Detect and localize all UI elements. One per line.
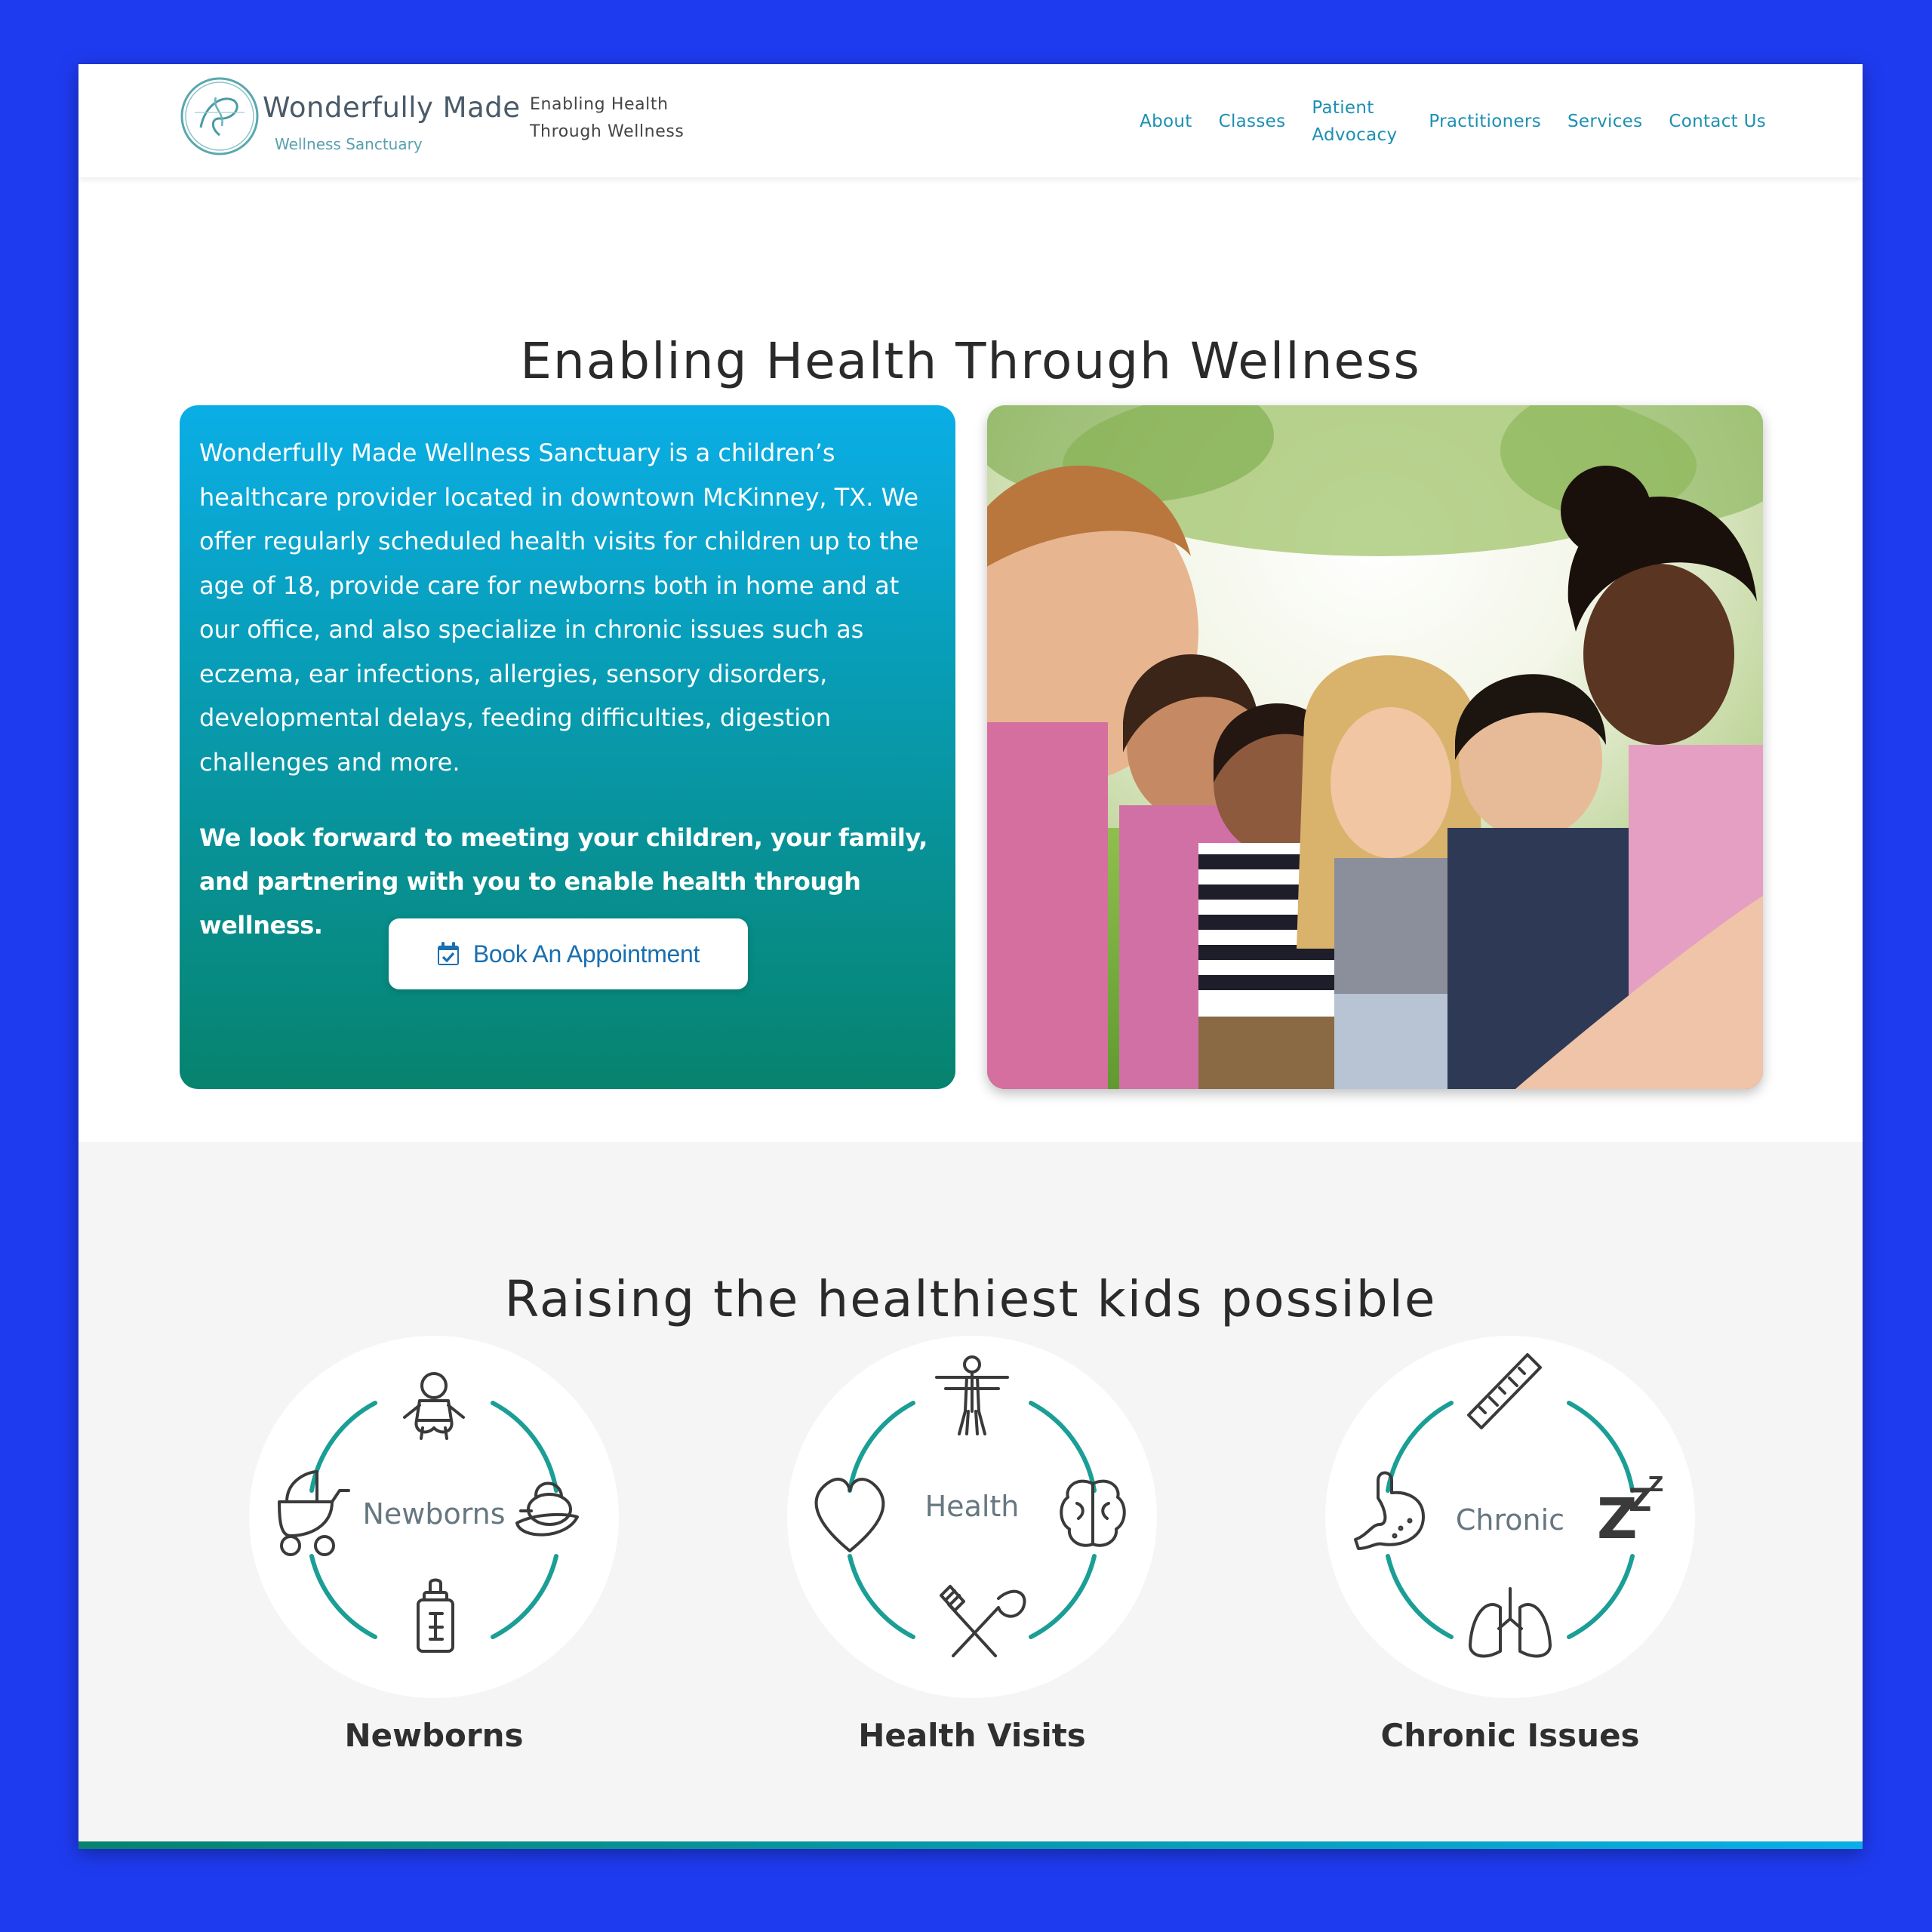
hero-title: Enabling Health Through Wellness	[520, 332, 1421, 390]
children-group-illustration	[987, 405, 1763, 1089]
vitruvian-man-icon	[935, 1355, 1009, 1435]
hero-photo	[987, 405, 1763, 1089]
intro-card: Wonderfully Made Wellness Sanctuary is a…	[180, 405, 955, 1089]
svg-text:Z: Z	[1648, 1472, 1663, 1497]
service-health-visits[interactable]: Health Health Visits	[787, 1336, 1157, 1754]
health-visits-title: Health Visits	[858, 1717, 1086, 1754]
nav-practitioners[interactable]: Practitioners	[1429, 108, 1541, 135]
tagline-line-1: Enabling Health	[530, 95, 669, 114]
lungs-icon	[1469, 1587, 1552, 1658]
services-section: Raising the healthiest kids possible New…	[78, 1142, 1863, 1849]
book-appointment-label: Book An Appointment	[472, 940, 700, 968]
logo-name: Wonderfully Made	[263, 91, 521, 124]
newborns-title: Newborns	[344, 1717, 524, 1754]
fork-spoon-icon	[940, 1585, 1026, 1657]
health-center-label: Health	[924, 1490, 1020, 1523]
nav-classes[interactable]: Classes	[1219, 108, 1286, 135]
service-health-circle: Health	[787, 1336, 1157, 1698]
chronic-issues-title: Chronic Issues	[1380, 1717, 1640, 1754]
calendar-check-icon	[437, 942, 459, 965]
baby-icon	[403, 1372, 465, 1440]
chronic-center-label: Chronic	[1455, 1503, 1565, 1537]
footer-accent-bar	[78, 1841, 1863, 1849]
nav-services[interactable]: Services	[1567, 108, 1642, 135]
service-chronic-circle: Z Z Z Chronic	[1325, 1336, 1695, 1698]
main-nav: About Classes Patient Advocacy Practitio…	[1140, 90, 1766, 153]
newborns-center-label: Newborns	[362, 1497, 506, 1531]
book-appointment-button[interactable]: Book An Appointment	[389, 918, 748, 989]
browser-page: Wonderfully Made Wellness Sanctuary Enab…	[78, 64, 1863, 1849]
baby-bottle-icon	[417, 1578, 454, 1653]
nav-about[interactable]: About	[1140, 108, 1192, 135]
service-newborns[interactable]: Newborns Newborns	[249, 1336, 619, 1754]
service-chronic-issues[interactable]: Z Z Z Chronic Chronic Issues	[1325, 1336, 1695, 1754]
intro-description: Wonderfully Made Wellness Sanctuary is a…	[199, 438, 919, 777]
nav-contact-us[interactable]: Contact Us	[1669, 108, 1766, 135]
tagline-line-2: Through Wellness	[530, 122, 685, 141]
ruler-icon	[1467, 1353, 1542, 1429]
logo-subtitle: Wellness Sanctuary	[275, 135, 423, 153]
service-newborns-circle: Newborns	[249, 1336, 619, 1698]
services-title: Raising the healthiest kids possible	[504, 1270, 1437, 1328]
site-header: Wonderfully Made Wellness Sanctuary Enab…	[78, 64, 1863, 177]
logo-mark-icon	[180, 77, 259, 155]
header-tagline: Enabling Health Through Wellness	[530, 91, 684, 146]
nav-patient-advocacy[interactable]: Patient Advocacy	[1312, 94, 1402, 149]
